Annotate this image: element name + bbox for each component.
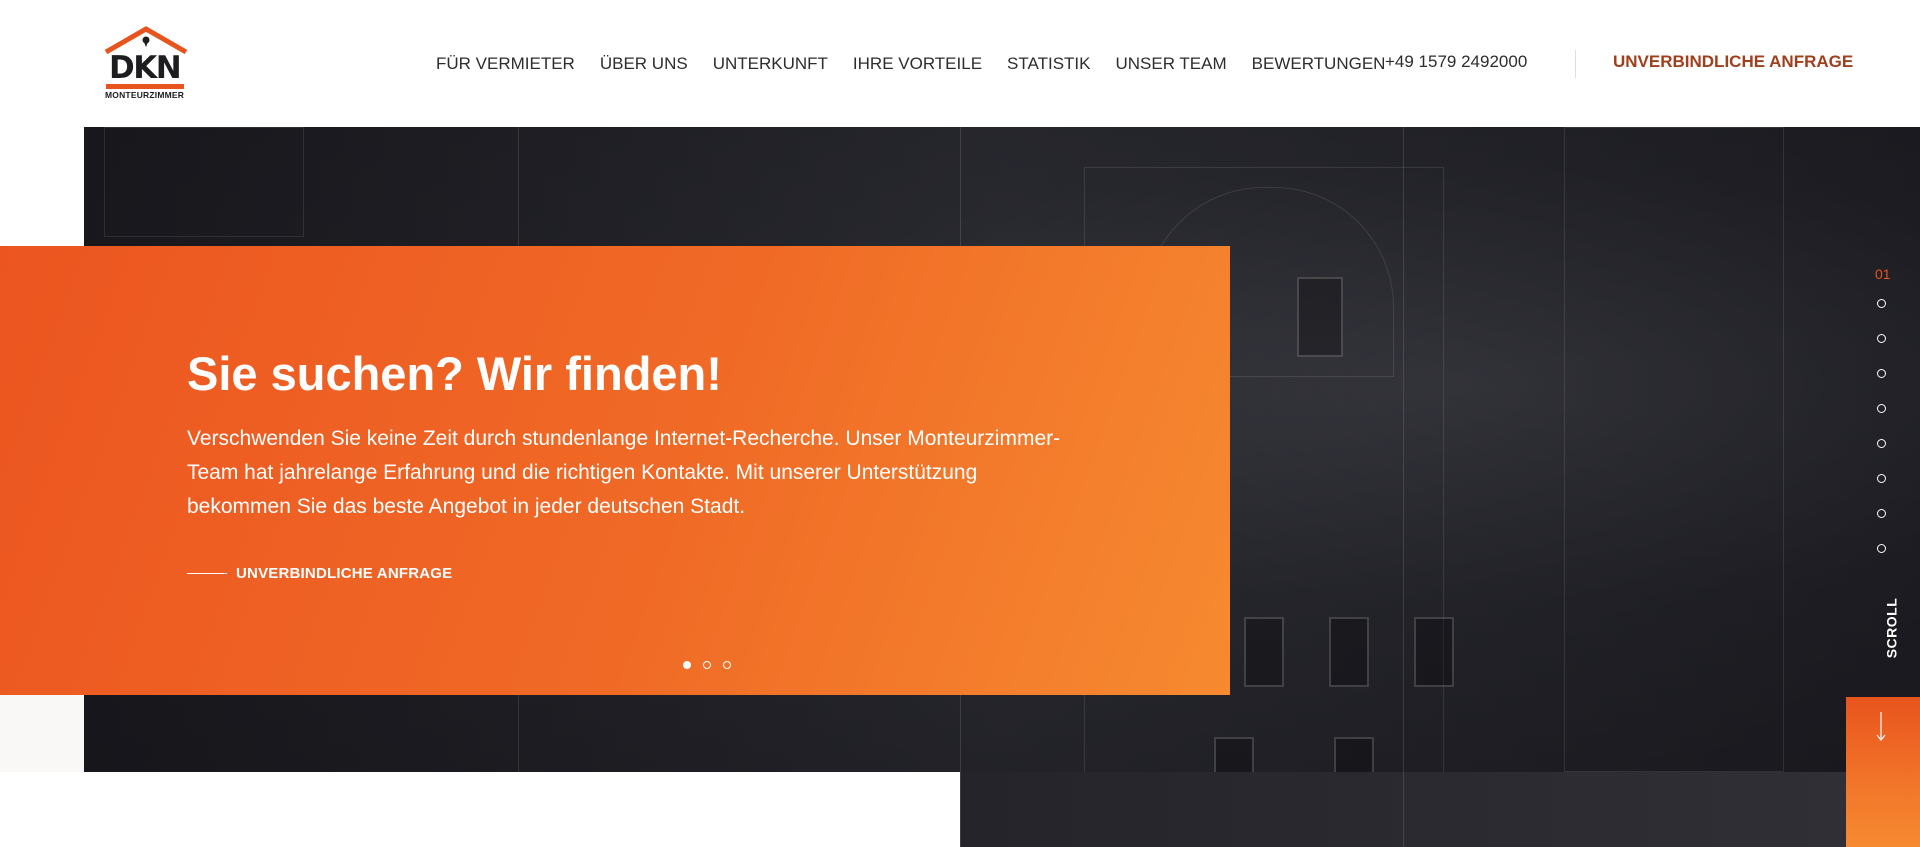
header-cta-button[interactable]: UNVERBINDLICHE ANFRAGE: [1613, 52, 1853, 72]
building-window: [1334, 737, 1374, 772]
building-window: [1329, 617, 1369, 687]
left-background-block: [0, 695, 84, 772]
nav-item-bewertungen[interactable]: BEWERTUNGEN: [1252, 54, 1386, 74]
arrow-down-icon[interactable]: [1876, 712, 1886, 742]
logo-subtitle: MONTEURZIMMER: [105, 90, 185, 100]
section-dot-1[interactable]: [1877, 299, 1886, 308]
building-window: [1244, 617, 1284, 687]
section-dot-3[interactable]: [1877, 369, 1886, 378]
hero-title: Sie suchen? Wir finden!: [187, 347, 722, 400]
building-window: [1297, 277, 1343, 357]
section-dot-2[interactable]: [1877, 334, 1886, 343]
phone-link[interactable]: +49 1579 2492000: [1385, 52, 1527, 72]
scroll-label: SCROLL: [1883, 597, 1900, 659]
grid-line: [1403, 127, 1404, 847]
building-window: [1414, 617, 1454, 687]
site-header: DKN MONTEURZIMMER FÜR VERMIETER ÜBER UNS…: [0, 0, 1920, 127]
slider-dot-3[interactable]: [723, 661, 731, 669]
section-nav-dots: [1877, 299, 1886, 579]
section-dot-4[interactable]: [1877, 404, 1886, 413]
cta-line-decoration: [187, 573, 227, 574]
section-dot-8[interactable]: [1877, 544, 1886, 553]
hero-description: Verschwenden Sie keine Zeit durch stunde…: [187, 427, 1061, 518]
slider-pagination: [683, 661, 743, 669]
section-dot-6[interactable]: [1877, 474, 1886, 483]
main-nav: FÜR VERMIETER ÜBER UNS UNTERKUNFT IHRE V…: [436, 52, 1410, 76]
logo-title: DKN: [109, 50, 182, 86]
building-ornament: [104, 127, 304, 237]
logo[interactable]: DKN MONTEURZIMMER: [103, 26, 189, 102]
hero-cta-button[interactable]: UNVERBINDLICHE ANFRAGE: [187, 565, 452, 582]
header-divider: [1575, 50, 1576, 78]
nav-item-ihre-vorteile[interactable]: IHRE VORTEILE: [853, 54, 982, 74]
building-column: [1564, 127, 1784, 772]
nav-item-unterkunft[interactable]: UNTERKUNFT: [713, 54, 828, 74]
nav-item-statistik[interactable]: STATISTIK: [1007, 54, 1090, 74]
nav-item-unser-team[interactable]: UNSER TEAM: [1115, 54, 1226, 74]
nav-item-ueber-uns[interactable]: ÜBER UNS: [600, 54, 688, 74]
hero-cta-label: UNVERBINDLICHE ANFRAGE: [236, 565, 453, 582]
building-window: [1214, 737, 1254, 772]
logo-bar: [106, 84, 184, 89]
slider-dot-1[interactable]: [683, 661, 691, 669]
section-dot-7[interactable]: [1877, 509, 1886, 518]
nav-item-fuer-vermieter[interactable]: FÜR VERMIETER: [436, 54, 575, 74]
section-dot-5[interactable]: [1877, 439, 1886, 448]
hero-background-lower: [960, 772, 1920, 847]
slider-dot-2[interactable]: [703, 661, 711, 669]
slide-number: 01: [1875, 266, 1891, 282]
